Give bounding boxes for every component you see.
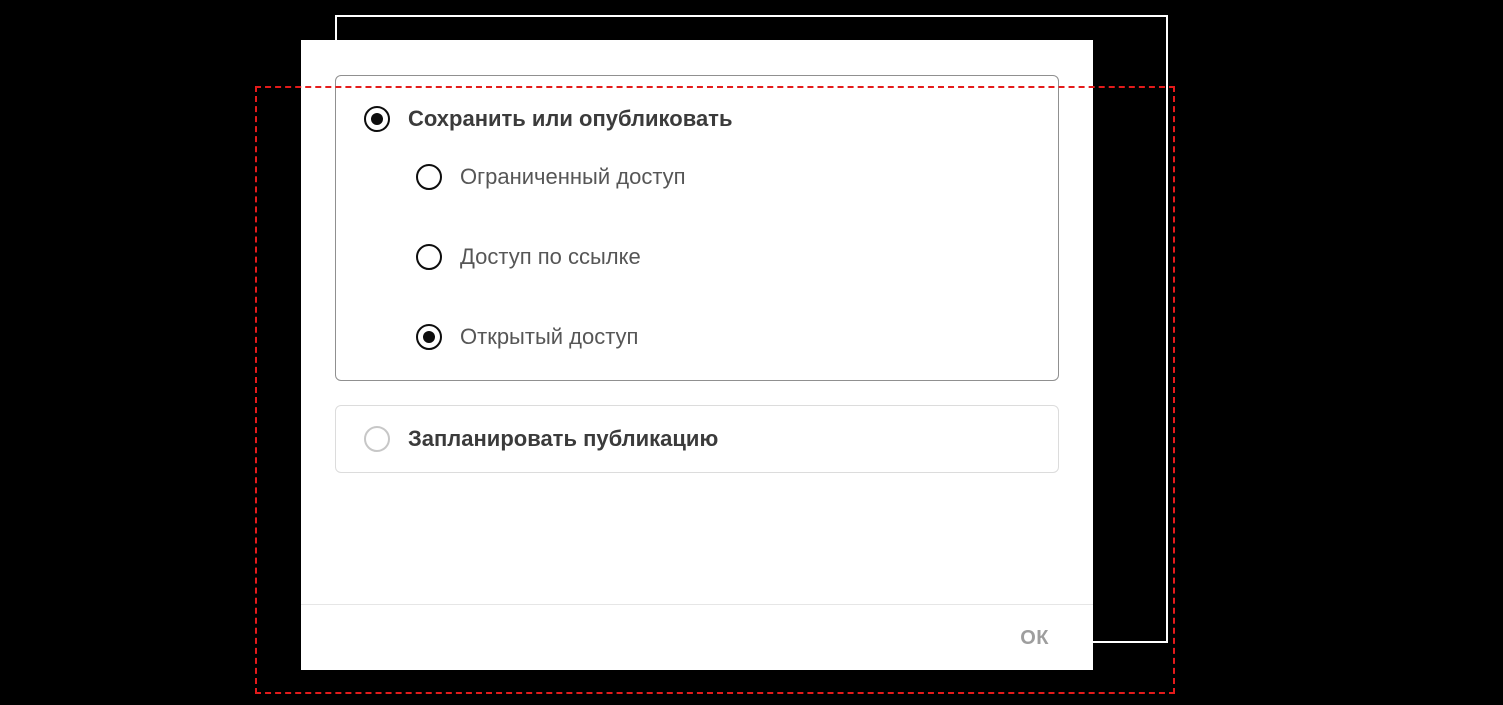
dialog-body: Сохранить или опубликовать Ограниченный …: [301, 40, 1093, 604]
option-private-label: Ограниченный доступ: [460, 164, 686, 190]
ok-button[interactable]: ОК: [1020, 627, 1049, 650]
option-public-label: Открытый доступ: [460, 324, 638, 350]
radio-selected-icon: [416, 324, 442, 350]
visibility-dialog: Сохранить или опубликовать Ограниченный …: [301, 40, 1093, 670]
dialog-footer: ОК: [301, 604, 1093, 670]
radio-unselected-icon: [364, 426, 390, 452]
option-public-row[interactable]: Открытый доступ: [416, 324, 1030, 350]
schedule-row[interactable]: Запланировать публикацию: [364, 426, 1030, 452]
radio-unselected-icon: [416, 164, 442, 190]
visibility-sub-options: Ограниченный доступ Доступ по ссылке Отк…: [364, 164, 1030, 350]
schedule-group: Запланировать публикацию: [335, 405, 1059, 473]
radio-unselected-icon: [416, 244, 442, 270]
save-or-publish-group: Сохранить или опубликовать Ограниченный …: [335, 75, 1059, 381]
radio-selected-icon: [364, 106, 390, 132]
option-private-row[interactable]: Ограниченный доступ: [416, 164, 1030, 190]
save-or-publish-row[interactable]: Сохранить или опубликовать: [364, 106, 1030, 132]
option-unlisted-row[interactable]: Доступ по ссылке: [416, 244, 1030, 270]
option-unlisted-label: Доступ по ссылке: [460, 244, 641, 270]
save-or-publish-label: Сохранить или опубликовать: [408, 106, 732, 132]
schedule-label: Запланировать публикацию: [408, 426, 718, 452]
